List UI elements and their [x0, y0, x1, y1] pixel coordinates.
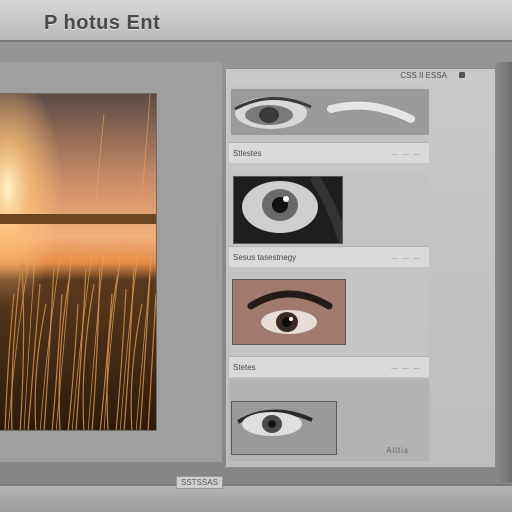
- app-window: P hotus Ent CSS II ESSA Stlestes — — — S…: [0, 0, 512, 512]
- eye-closeup-thumbnail: [231, 89, 429, 135]
- layer-thumbnail: [231, 401, 337, 455]
- eye-grey-thumbnail: [232, 402, 336, 454]
- title-bar: P hotus Ent: [0, 0, 512, 42]
- layer-label: Stlestes: [233, 149, 262, 158]
- status-bar: SSTSSAS: [0, 476, 512, 512]
- panel-header: CSS II ESSA: [226, 69, 495, 85]
- layer-item[interactable]: Sesus tasestnegy — — —: [229, 173, 429, 267]
- status-text: SSTSSAS: [176, 476, 223, 489]
- layer-thumbnail: [232, 279, 346, 345]
- layer-item[interactable]: Stetes — — —: [229, 277, 429, 377]
- app-title: P hotus Ent: [44, 12, 161, 34]
- layer-meta: — — —: [391, 151, 421, 158]
- layers-panel: CSS II ESSA Stlestes — — — Sesus tasestn…: [225, 68, 496, 468]
- scrollbar[interactable]: [496, 62, 512, 482]
- layer-label-strip: Stlestes — — —: [229, 142, 429, 163]
- sunset-grass-image: [0, 94, 156, 430]
- layer-label-strip: Stetes — — —: [229, 356, 429, 377]
- panel-header-label: CSS II ESSA: [400, 71, 447, 80]
- layer-meta: — — —: [391, 255, 421, 262]
- main-photo[interactable]: [0, 93, 157, 431]
- layer-label-strip: Sesus tasestnegy — — —: [229, 246, 429, 267]
- layer-thumbnail: [231, 89, 429, 135]
- layer-label: Stetes: [233, 363, 256, 372]
- layer-thumbnail: [233, 176, 343, 244]
- layer-meta: Alltis: [386, 446, 409, 455]
- layer-label: Sesus tasestnegy: [233, 253, 297, 262]
- layer-item[interactable]: Stlestes — — —: [229, 87, 429, 163]
- layer-meta: — — —: [391, 365, 421, 372]
- close-icon[interactable]: [459, 72, 465, 78]
- eye-color-thumbnail: [233, 280, 345, 344]
- layer-item[interactable]: Alltis: [229, 379, 429, 461]
- eye-bw-thumbnail: [234, 177, 342, 243]
